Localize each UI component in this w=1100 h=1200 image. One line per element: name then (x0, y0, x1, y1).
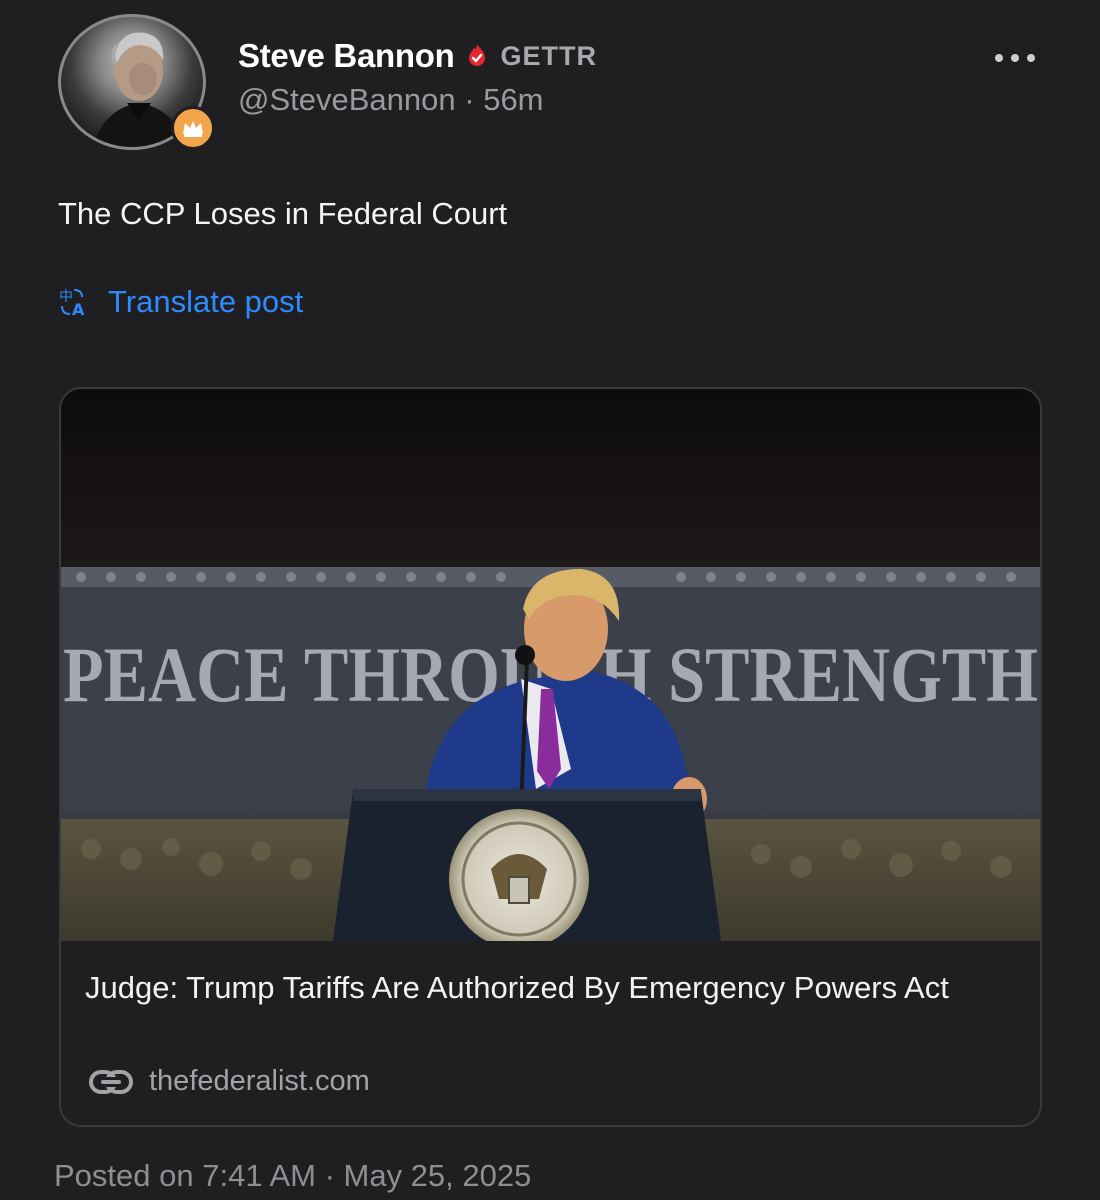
avatar-container[interactable] (58, 14, 215, 164)
link-icon (89, 1069, 133, 1094)
meta-separator: · (464, 82, 475, 117)
more-options-icon[interactable] (995, 48, 1045, 68)
posted-on-timestamp: Posted on 7:41 AM · May 25, 2025 (54, 1158, 532, 1193)
translate-label: Translate post (108, 284, 304, 319)
post-container: Steve Bannon GETTR @SteveBannon · 56m Th… (0, 0, 1100, 1200)
post-time-ago: 56m (483, 82, 544, 117)
link-domain: thefederalist.com (149, 1065, 370, 1097)
more-dot (1011, 54, 1019, 62)
link-preview-card[interactable]: PEACE THROUGH STRENGTH Judge: Trump Tari… (59, 387, 1042, 1127)
platform-label: GETTR (500, 40, 597, 71)
link-preview-source: thefederalist.com (89, 1065, 370, 1098)
svg-text:A: A (72, 300, 85, 317)
translate-post-button[interactable]: 中 A Translate post (58, 284, 303, 320)
post-text: The CCP Loses in Federal Court (58, 196, 508, 231)
link-preview-title: Judge: Trump Tariffs Are Authorized By E… (85, 970, 949, 1005)
author-name-row: Steve Bannon GETTR (238, 34, 597, 78)
svg-text:中: 中 (59, 289, 73, 305)
link-preview-image: PEACE THROUGH STRENGTH (61, 389, 1040, 941)
more-dot (1027, 54, 1035, 62)
author-handle[interactable]: @SteveBannon (238, 82, 456, 117)
author-meta: @SteveBannon · 56m (238, 82, 544, 118)
crown-badge-icon (171, 106, 215, 150)
author-name[interactable]: Steve Bannon (238, 37, 455, 75)
translate-icon: 中 A (59, 289, 85, 317)
verified-flame-icon (469, 44, 486, 66)
more-dot (995, 54, 1003, 62)
